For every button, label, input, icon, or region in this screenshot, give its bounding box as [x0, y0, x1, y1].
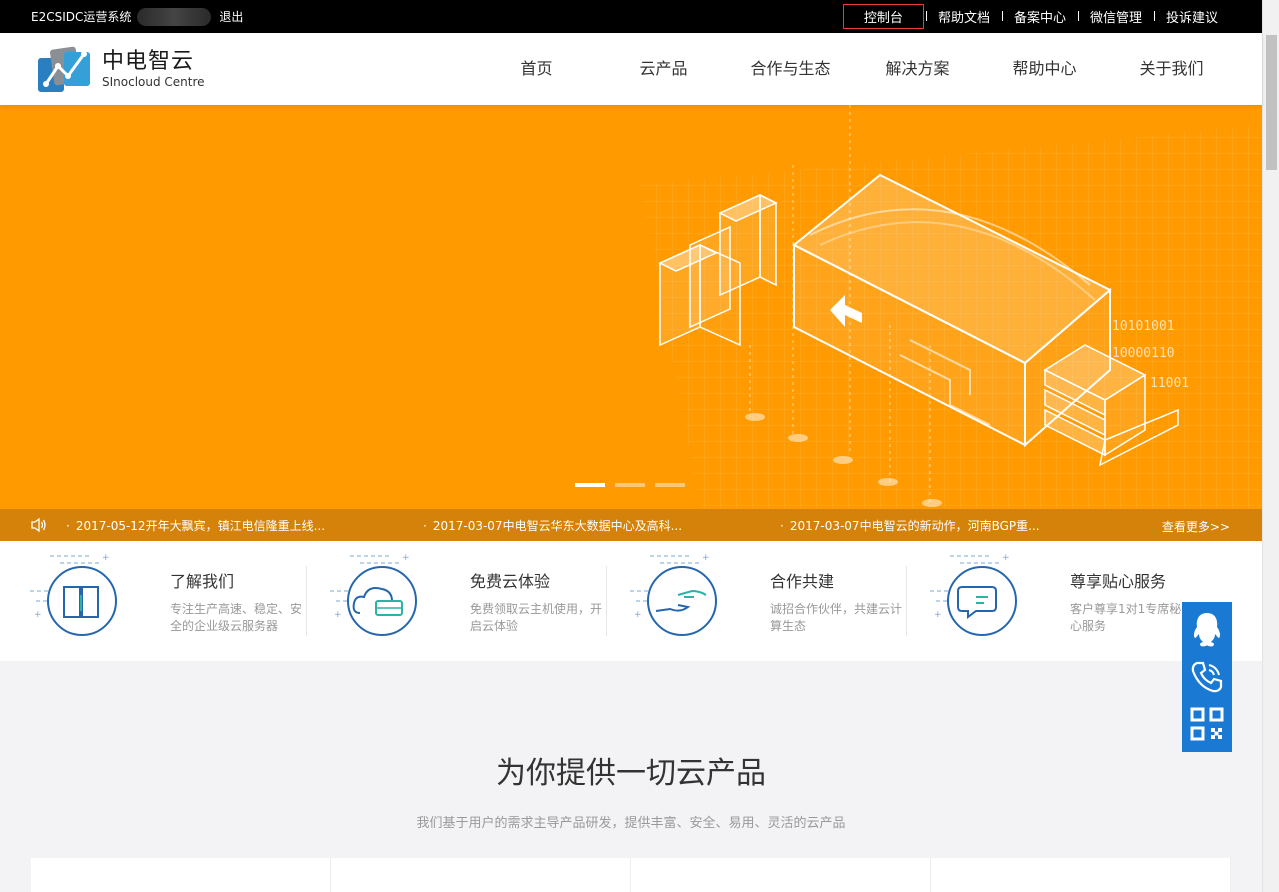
- svg-text:+: +: [702, 553, 710, 563]
- feature-free-trial[interactable]: + + 免费云体验 免费领取云主机使用，开启云体验: [330, 541, 630, 661]
- news-ticker: 2017-05-12开年大飘宾，镇江电信隆重上线... 2017-03-07中电…: [0, 509, 1262, 541]
- carousel-dot-2[interactable]: [615, 483, 645, 487]
- feature-title: 了解我们: [170, 572, 235, 591]
- site-header: 中电智云 SInocloud Centre 首页 云产品 合作与生态 解决方案 …: [0, 33, 1262, 105]
- svg-text:+: +: [102, 553, 110, 563]
- logo-text: 中电智云 SInocloud Centre: [102, 49, 205, 89]
- nav-home[interactable]: 首页: [473, 33, 600, 105]
- svg-text:+: +: [1002, 553, 1010, 563]
- logout-link[interactable]: 退出: [219, 8, 243, 25]
- svg-text:+: +: [402, 553, 410, 563]
- divider: [306, 566, 307, 636]
- logo[interactable]: 中电智云 SInocloud Centre: [36, 44, 205, 94]
- product-card[interactable]: [331, 858, 631, 892]
- carousel-indicators: [575, 483, 685, 487]
- product-card[interactable]: [931, 858, 1231, 892]
- qrcode-icon: [1190, 707, 1224, 741]
- feature-strip: + + 了解我们 专注生产高速、稳定、安全的企业级云服务器 + + 免费云体验 免费…: [0, 541, 1262, 661]
- more-news-link[interactable]: 查看更多>>: [1162, 518, 1230, 535]
- qq-button[interactable]: [1182, 606, 1232, 653]
- console-link[interactable]: 控制台: [842, 4, 924, 29]
- svg-text:+: +: [34, 610, 42, 620]
- divider: [906, 566, 907, 636]
- chat-icon: ++: [930, 553, 1017, 636]
- svg-text:+: +: [934, 610, 942, 620]
- svg-text:+: +: [634, 610, 642, 620]
- nav-solutions[interactable]: 解决方案: [854, 33, 981, 105]
- system-name: E2CSIDC运营系统: [31, 10, 132, 24]
- icp-filing-link[interactable]: 备案中心: [1001, 7, 1078, 26]
- feature-cooperation[interactable]: + + 合作共建 诚招合作伙伴，共建云计算生态: [630, 541, 930, 661]
- floating-contact-panel: [1182, 602, 1232, 752]
- phone-button[interactable]: [1182, 653, 1232, 700]
- book-icon: ++: [30, 553, 117, 636]
- binary-text-2: 10000110: [1112, 346, 1175, 361]
- feature-about-us[interactable]: + + 了解我们 专注生产高速、稳定、安全的企业级云服务器: [30, 541, 330, 661]
- help-docs-link[interactable]: 帮助文档: [925, 7, 1002, 26]
- products-subtitle: 我们基于用户的需求主导产品研发，提供丰富、安全、易用、灵活的云产品: [416, 816, 846, 831]
- news-item[interactable]: 2017-05-12开年大飘宾，镇江电信隆重上线...: [66, 517, 423, 534]
- top-bar-left: E2CSIDC运营系统 退出: [31, 0, 243, 33]
- news-item[interactable]: 2017-03-07中电智云的新动作，河南BGP重...: [780, 517, 1137, 534]
- complaint-link[interactable]: 投诉建议: [1153, 7, 1230, 26]
- feature-title: 免费云体验: [470, 572, 551, 591]
- news-items: 2017-05-12开年大飘宾，镇江电信隆重上线... 2017-03-07中电…: [66, 509, 1137, 541]
- top-bar-links: 控制台 帮助文档 备案中心 微信管理 投诉建议: [842, 0, 1230, 33]
- feature-desc: 专注生产高速、稳定、安全的企业级云服务器: [170, 602, 303, 633]
- carousel-dot-1[interactable]: [575, 483, 605, 487]
- logo-cn: 中电智云: [102, 49, 195, 74]
- product-cards: [31, 858, 1231, 892]
- hero-banner[interactable]: 10101001 10000110 11001: [0, 105, 1262, 509]
- top-bar: E2CSIDC运营系统 退出 控制台 帮助文档 备案中心 微信管理 投诉建议: [0, 0, 1262, 33]
- qq-icon: [1193, 612, 1221, 647]
- binary-text-3: 11001: [1150, 376, 1189, 391]
- logo-icon: [38, 46, 90, 92]
- feature-title: 合作共建: [770, 572, 835, 591]
- logo-en: SInocloud Centre: [102, 75, 205, 89]
- feature-title: 尊享贴心服务: [1070, 572, 1167, 591]
- username-masked: [137, 7, 212, 26]
- cloud-server-icon: ++: [330, 553, 417, 636]
- nav-about[interactable]: 关于我们: [1108, 33, 1235, 105]
- scrollbar-thumb[interactable]: [1266, 35, 1277, 170]
- feature-desc: 免费领取云主机使用，开启云体验: [470, 602, 603, 633]
- divider: [606, 566, 607, 636]
- qrcode-button[interactable]: [1182, 701, 1232, 748]
- product-card[interactable]: [31, 858, 331, 892]
- handshake-icon: ++: [630, 553, 717, 636]
- svg-text:+: +: [334, 610, 342, 620]
- news-item[interactable]: 2017-03-07中电智云华东大数据中心及高科...: [423, 517, 780, 534]
- main-nav: 首页 云产品 合作与生态 解决方案 帮助中心 关于我们: [473, 33, 1235, 105]
- page-scrollbar[interactable]: [1262, 0, 1279, 892]
- banner-illustration: 10101001 10000110 11001: [640, 105, 1262, 509]
- products-title: 为你提供一切云产品: [496, 756, 766, 791]
- nav-partners[interactable]: 合作与生态: [727, 33, 854, 105]
- binary-text-1: 10101001: [1112, 319, 1175, 334]
- wechat-manage-link[interactable]: 微信管理: [1077, 7, 1154, 26]
- speaker-icon: [31, 517, 46, 533]
- feature-desc: 诚招合作伙伴，共建云计算生态: [770, 602, 903, 633]
- product-card[interactable]: [631, 858, 931, 892]
- phone-icon: [1191, 661, 1223, 693]
- carousel-dot-3[interactable]: [655, 483, 685, 487]
- nav-cloud-products[interactable]: 云产品: [600, 33, 727, 105]
- nav-help-center[interactable]: 帮助中心: [981, 33, 1108, 105]
